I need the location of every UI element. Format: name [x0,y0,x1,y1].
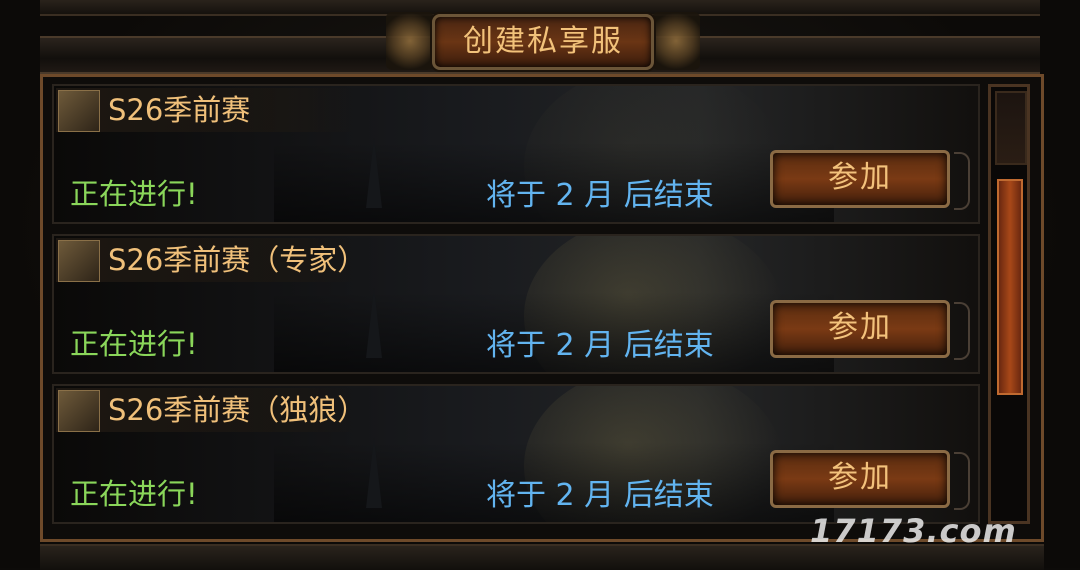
league-status: 正在进行! [70,327,198,361]
scrollbar-track[interactable] [988,84,1030,524]
league-entry: S26季前赛 正在进行! 将于 2 月 后结束 参加 [52,84,980,224]
join-button[interactable]: 参加 [770,150,950,208]
join-button[interactable]: 参加 [770,450,950,508]
league-status: 正在进行! [70,477,198,511]
decor-spike [366,438,382,508]
league-end-time: 将于 2 月 后结束 [486,328,714,363]
league-entry: S26季前赛（独狼） 正在进行! 将于 2 月 后结束 参加 [52,384,980,524]
game-window: 创建私享服 S26季前赛 正在进行! 将于 2 月 后结束 参加 S26季前赛（… [0,0,1080,570]
scrollbar-thumb[interactable] [997,179,1023,395]
league-end-time: 将于 2 月 后结束 [486,178,714,213]
league-title: S26季前赛 [108,93,251,127]
league-badge-icon [58,390,100,432]
bracket-decor [954,302,970,360]
bracket-decor [954,452,970,510]
join-button[interactable]: 参加 [770,300,950,358]
decor-spike [366,288,382,358]
watermark: 17173.com [810,512,1017,550]
scrollbar-cap [995,91,1027,165]
create-private-server-button[interactable]: 创建私享服 [432,14,654,70]
ornament-right-icon [652,12,700,70]
league-title: S26季前赛（独狼） [108,393,367,427]
decor-spike [366,138,382,208]
league-badge-icon [58,240,100,282]
league-end-time: 将于 2 月 后结束 [486,478,714,513]
bracket-decor [954,152,970,210]
ornament-left-icon [386,12,434,70]
league-entry: S26季前赛（专家） 正在进行! 将于 2 月 后结束 参加 [52,234,980,374]
league-badge-icon [58,90,100,132]
league-status: 正在进行! [70,177,198,211]
league-title: S26季前赛（专家） [108,243,367,277]
league-list: S26季前赛 正在进行! 将于 2 月 后结束 参加 S26季前赛（专家） 正在… [52,84,980,530]
